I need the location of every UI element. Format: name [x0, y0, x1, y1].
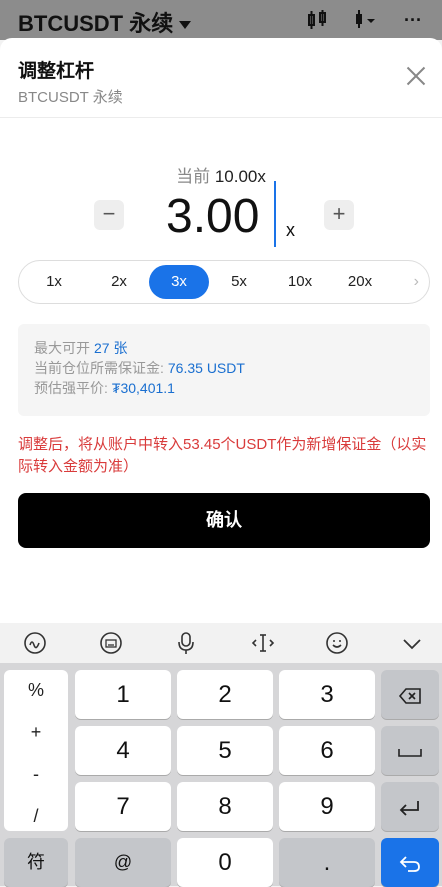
caret-down-icon [179, 21, 192, 30]
backspace-icon [398, 687, 421, 704]
key-percent[interactable]: % [4, 680, 68, 701]
more-icon[interactable]: ··· [404, 10, 422, 31]
leverage-presets: 1x 2x 3x 5x 10x 20x › [18, 260, 430, 304]
preset-5x[interactable]: 5x [209, 265, 269, 299]
margin-row: 当前仓位所需保证金: 76.35 USDT [34, 358, 245, 378]
current-leverage-label: 当前 [176, 167, 211, 186]
key-plus[interactable]: + [4, 722, 68, 743]
leverage-unit: x [286, 220, 295, 240]
key-9[interactable]: 9 [279, 782, 375, 831]
enter-icon [399, 856, 420, 872]
preset-3x[interactable]: 3x [149, 265, 209, 299]
dialog-title: 调整杠杆 [18, 61, 95, 82]
key-minus[interactable]: - [4, 764, 68, 785]
confirm-button[interactable]: 确认 [18, 493, 430, 548]
collapse-chevron-icon[interactable] [401, 631, 423, 660]
key-at[interactable]: @ [75, 838, 171, 887]
numeric-keyboard: % + - / 1 2 3 4 5 6 7 8 9 符 @ 0 . [0, 663, 442, 887]
liquidation-value: ₮30,401.1 [111, 380, 175, 396]
key-0[interactable]: 0 [177, 838, 273, 887]
symbol-key[interactable]: 符 [4, 838, 68, 887]
margin-warning: 调整后，将从账户中转入53.45个USDT作为新增保证金（以实际转入金额为准） [18, 436, 427, 475]
space-icon [398, 748, 422, 757]
key-3[interactable]: 3 [279, 670, 375, 719]
current-leverage: 当前 10.00x [0, 162, 442, 187]
divider [0, 117, 442, 118]
candlestick-icon[interactable] [306, 10, 328, 35]
emoji-icon[interactable] [325, 631, 349, 660]
leverage-input[interactable]: 3.00 [166, 186, 259, 248]
key-7[interactable]: 7 [75, 782, 171, 831]
backspace-key[interactable] [381, 670, 439, 719]
key-8[interactable]: 8 [177, 782, 273, 831]
key-6[interactable]: 6 [279, 726, 375, 775]
liquidation-label: 预估强平价: [34, 380, 108, 396]
dialog-subtitle: BTCUSDT 永续 [18, 89, 123, 106]
cursor-move-icon[interactable] [250, 631, 276, 660]
key-2[interactable]: 2 [177, 670, 273, 719]
preset-20x[interactable]: 20x [330, 265, 390, 299]
leverage-dialog: 调整杠杆 BTCUSDT 永续 当前 10.00x − 3.00 x + 1x … [0, 38, 442, 623]
indicator-icon[interactable] [352, 10, 378, 35]
chevron-right-icon[interactable]: › [414, 273, 419, 291]
preset-2x[interactable]: 2x [89, 265, 149, 299]
max-open-value: 27 张 [94, 340, 128, 356]
keyboard-icon[interactable] [99, 631, 123, 660]
key-5[interactable]: 5 [177, 726, 273, 775]
liquidation-row: 预估强平价: ₮30,401.1 [34, 378, 175, 398]
symbol-selector[interactable]: BTCUSDT 永续 [18, 6, 192, 38]
margin-value: 76.35 USDT [167, 360, 245, 376]
key-dot[interactable]: . [279, 838, 375, 887]
newline-key[interactable] [381, 782, 439, 831]
symbol-title: BTCUSDT 永续 [18, 11, 174, 36]
decrease-button[interactable]: − [94, 200, 124, 230]
close-icon[interactable] [404, 64, 428, 88]
max-open-label: 最大可开 [34, 340, 90, 356]
max-open-row: 最大可开 27 张 [34, 338, 127, 358]
enter-key[interactable] [381, 838, 439, 887]
key-1[interactable]: 1 [75, 670, 171, 719]
app-header: BTCUSDT 永续 ··· [0, 0, 442, 40]
handwriting-icon[interactable] [23, 631, 47, 660]
increase-button[interactable]: + [324, 200, 354, 230]
position-info: 最大可开 27 张 当前仓位所需保证金: 76.35 USDT 预估强平价: ₮30,… [18, 324, 430, 416]
keyboard-toolbar [0, 623, 442, 663]
current-leverage-value: 10.00x [214, 167, 266, 186]
return-icon [399, 800, 419, 816]
key-4[interactable]: 4 [75, 726, 171, 775]
preset-1x[interactable]: 1x [24, 265, 84, 299]
microphone-icon[interactable] [176, 631, 196, 660]
margin-label: 当前仓位所需保证金: [34, 360, 164, 376]
text-cursor [274, 181, 276, 247]
preset-10x[interactable]: 10x [270, 265, 330, 299]
key-slash[interactable]: / [4, 806, 68, 827]
symbol-column: % + - / [4, 670, 68, 831]
space-key[interactable] [381, 726, 439, 775]
